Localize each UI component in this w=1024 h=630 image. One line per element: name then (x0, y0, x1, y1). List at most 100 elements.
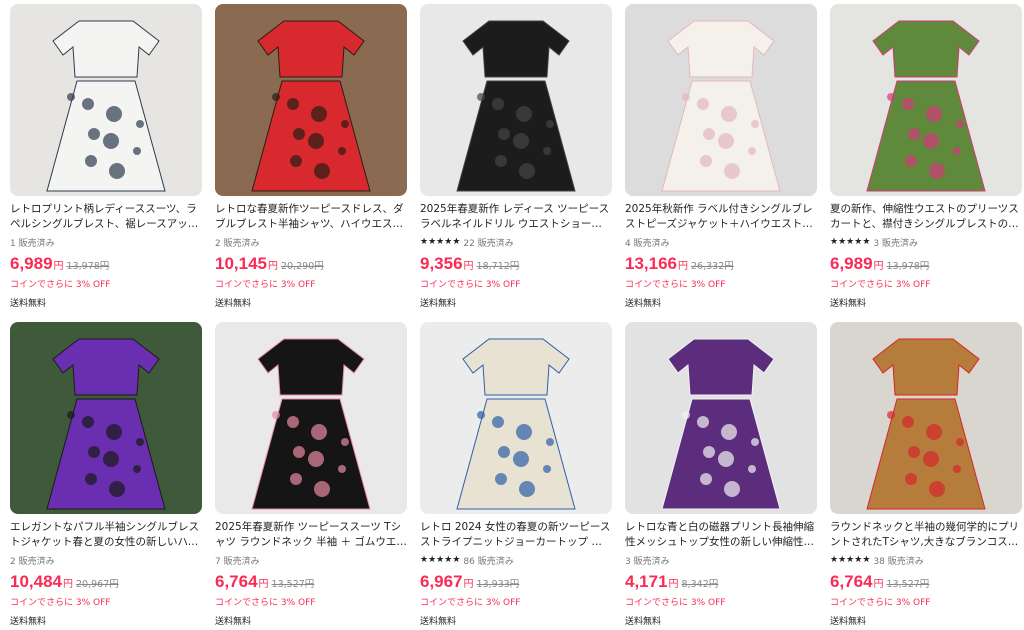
product-title[interactable]: 2025年春夏新作 ツーピーススーツ Tシャツ ラウンドネック 半袖 ＋ ゴムウ… (215, 520, 407, 550)
pattern-dot (341, 120, 349, 128)
pattern-dot (311, 106, 327, 122)
garment-illustration (661, 338, 781, 510)
pattern-dot (700, 473, 712, 485)
garment-illustration (866, 20, 986, 192)
free-shipping: 送料無料 (625, 299, 662, 309)
pattern-dot (136, 438, 144, 446)
pattern-dot (109, 481, 125, 497)
pattern-dot (516, 424, 532, 440)
pattern-dot (923, 133, 939, 149)
pattern-dot (338, 147, 346, 155)
pattern-dot (287, 98, 299, 110)
pattern-dot (477, 93, 485, 101)
garment-top (52, 20, 160, 78)
free-shipping: 送料無料 (10, 299, 47, 309)
product-card[interactable]: ラウンドネックと半袖の幾何学的にプリントされたTシャツ,大きなブランコスカート,… (830, 322, 1022, 630)
garment-illustration (866, 338, 986, 510)
star-icon: ★ (846, 555, 855, 565)
pattern-dot (88, 446, 100, 458)
pattern-dot (703, 446, 715, 458)
pattern-dot (85, 155, 97, 167)
product-title[interactable]: 2025年春夏新作 レディース ツーピース ラベルネイルドリル ウエストショート… (420, 202, 612, 232)
product-title[interactable]: 2025年秋新作 ラベル付きシングルブレストピーズジャケット＋ハイウエストAライ… (625, 202, 817, 232)
product-title[interactable]: エレガントなパフル半袖シングルブレストジャケット春と夏の女性の新しいハイウエスト… (10, 520, 202, 550)
product-card[interactable]: レトロな春夏新作ツーピースドレス、ダブルブレスト半袖シャツ、ハイウエストヒップス… (215, 4, 407, 312)
price-row: 6,989 円 13,978円 (10, 254, 202, 274)
pattern-dot (682, 411, 690, 419)
sale-price: 6,989 (10, 254, 53, 273)
pattern-dot (929, 481, 945, 497)
pattern-dot (543, 147, 551, 155)
product-title[interactable]: ラウンドネックと半袖の幾何学的にプリントされたTシャツ,大きなブランコスカート,… (830, 520, 1022, 550)
product-image[interactable] (420, 4, 612, 196)
star-icon: ★ (838, 555, 847, 565)
pattern-dot (311, 424, 327, 440)
product-card[interactable]: 夏の新作、伸縮性ウエストのプリーツスカートと、襟付きシングルブレストのショートシ… (830, 4, 1022, 312)
product-title[interactable]: レトロプリント柄レディーススーツ、ラペルシングルブレスト、裾レースアップシャツ＋… (10, 202, 202, 232)
pattern-dot (67, 93, 75, 101)
product-title[interactable]: レトロな春夏新作ツーピースドレス、ダブルブレスト半袖シャツ、ハイウエストヒップス… (215, 202, 407, 232)
free-shipping: 送料無料 (625, 617, 662, 627)
pattern-dot (926, 106, 942, 122)
pattern-dot (748, 465, 756, 473)
sale-price: 6,989 (830, 254, 873, 273)
product-card[interactable]: 2025年春夏新作 レディース ツーピース ラベルネイルドリル ウエストショート… (420, 4, 612, 312)
product-card[interactable]: レトロな青と白の磁器プリント長袖伸縮性メッシュトップ女性の新しい伸縮性ウエストビ… (625, 322, 817, 630)
sale-price: 4,171 (625, 572, 668, 591)
pattern-dot (546, 120, 554, 128)
product-title[interactable]: レトロ 2024 女性の春夏の新ツーピースストライプニットジョーカートップ ＋ … (420, 520, 612, 550)
product-card[interactable]: エレガントなパフル半袖シングルブレストジャケット春と夏の女性の新しいハイウエスト… (10, 322, 202, 630)
product-image[interactable] (625, 322, 817, 514)
pattern-dot (724, 163, 740, 179)
product-card[interactable]: レトロ 2024 女性の春夏の新ツーピースストライプニットジョーカートップ ＋ … (420, 322, 612, 630)
pattern-dot (905, 155, 917, 167)
pattern-dot (721, 106, 737, 122)
star-icon: ★ (838, 237, 847, 247)
pattern-dot (498, 128, 510, 140)
sold-count: 4 販売済み (625, 239, 670, 249)
product-image[interactable] (830, 322, 1022, 514)
product-meta: 2 販売済み (10, 554, 202, 567)
sold-count: 7 販売済み (215, 557, 260, 567)
product-image[interactable] (215, 322, 407, 514)
product-image[interactable] (10, 4, 202, 196)
pattern-dot (718, 133, 734, 149)
product-card[interactable]: 2025年秋新作 ラベル付きシングルブレストピーズジャケット＋ハイウエストAライ… (625, 4, 817, 312)
pattern-dot (136, 120, 144, 128)
product-meta: ★ ★ ★ ★ ★ 3 販売済み (830, 236, 1022, 250)
product-title[interactable]: 夏の新作、伸縮性ウエストのプリーツスカートと、襟付きシングルブレストのショートシ… (830, 202, 1022, 232)
original-price: 13,527円 (271, 579, 315, 590)
pattern-dot (314, 163, 330, 179)
pattern-dot (272, 93, 280, 101)
sale-price: 10,484 (10, 572, 62, 591)
product-image[interactable] (420, 322, 612, 514)
rating-stars: ★ ★ ★ ★ ★ (420, 238, 460, 247)
pattern-dot (308, 133, 324, 149)
product-meta: ★ ★ ★ ★ ★ 22 販売済み (420, 236, 612, 250)
pattern-dot (887, 93, 895, 101)
sale-price: 6,764 (830, 572, 873, 591)
pattern-dot (133, 465, 141, 473)
sale-price: 9,356 (420, 254, 463, 273)
garment-illustration (251, 20, 371, 192)
pattern-dot (103, 451, 119, 467)
currency-unit: 円 (873, 261, 884, 272)
product-image[interactable] (10, 322, 202, 514)
star-icon: ★ (444, 237, 453, 247)
product-card[interactable]: 2025年春夏新作 ツーピーススーツ Tシャツ ラウンドネック 半袖 ＋ ゴムウ… (215, 322, 407, 630)
product-title[interactable]: レトロな青と白の磁器プリント長袖伸縮性メッシュトップ女性の新しい伸縮性ウエストビ… (625, 520, 817, 550)
coin-discount: コインでさらに 3% OFF (830, 280, 931, 290)
price-row: 9,356 円 18,712円 (420, 254, 612, 274)
product-card[interactable]: レトロプリント柄レディーススーツ、ラペルシングルブレスト、裾レースアップシャツ＋… (10, 4, 202, 312)
garment-illustration (456, 338, 576, 510)
pattern-dot (272, 411, 280, 419)
garment-top (872, 20, 980, 78)
sold-count: 3 販売済み (873, 239, 918, 249)
product-image[interactable] (215, 4, 407, 196)
product-image[interactable] (830, 4, 1022, 196)
product-image[interactable] (625, 4, 817, 196)
pattern-dot (133, 147, 141, 155)
garment-top (667, 338, 775, 396)
coin-discount: コインでさらに 3% OFF (10, 280, 111, 290)
garment-top (52, 338, 160, 396)
